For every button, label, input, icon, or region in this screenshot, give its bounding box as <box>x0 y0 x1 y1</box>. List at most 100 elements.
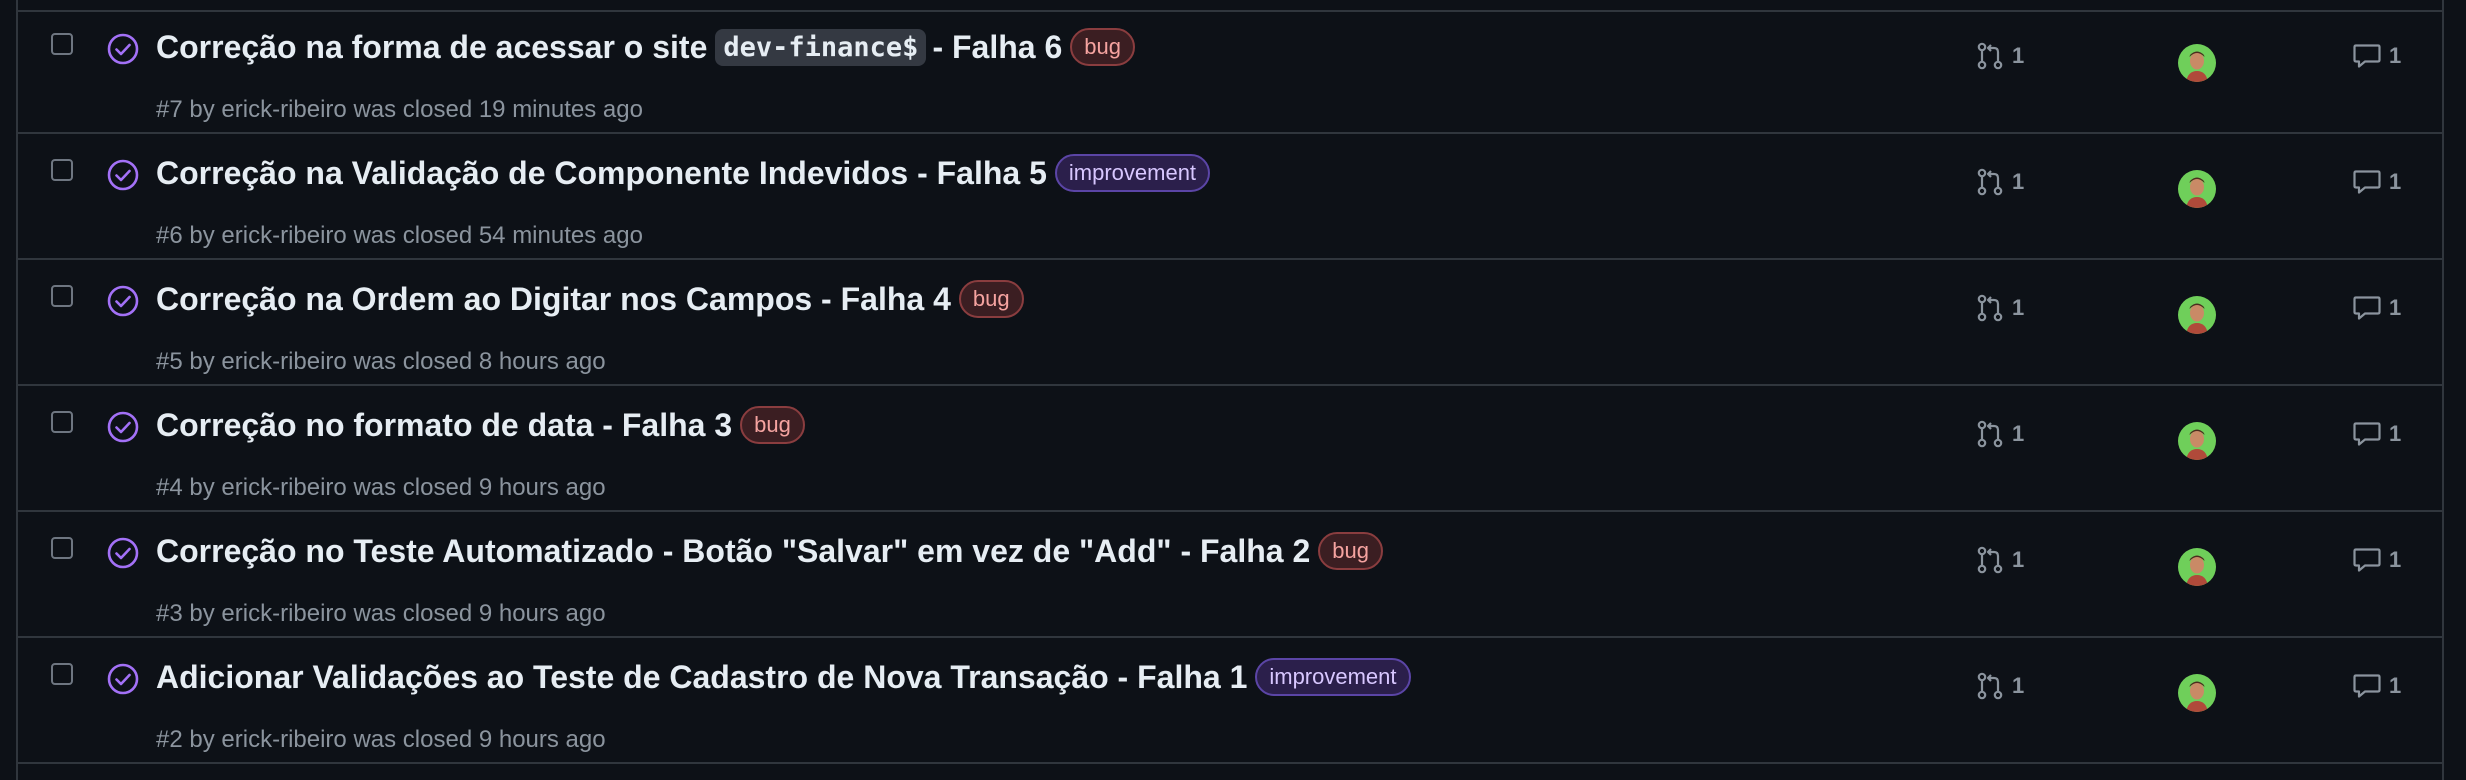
issue-author-link[interactable]: erick-ribeiro <box>221 726 346 753</box>
issue-closed-text: was closed 9 hours ago <box>353 474 606 501</box>
linked-pr-count: 1 <box>2012 421 2025 446</box>
issue-title-text: Correção no Teste Automatizado - Botão "… <box>156 532 1311 569</box>
issue-by-text: by <box>189 348 215 375</box>
linked-pr-count: 1 <box>2012 547 2025 572</box>
pull-request-icon <box>1977 420 2003 448</box>
issue-by-text: by <box>189 474 215 501</box>
assignee-avatar[interactable] <box>2178 170 2216 208</box>
closed-issue-icon <box>107 285 139 317</box>
issue-number[interactable]: #6 <box>156 222 183 249</box>
issue-row[interactable]: Correção na forma de acessar o site dev-… <box>18 10 2442 134</box>
linked-pr-count: 1 <box>2012 295 2025 320</box>
assignee-avatar[interactable] <box>2178 548 2216 586</box>
issue-label[interactable]: bug <box>1318 532 1383 570</box>
issue-select-checkbox[interactable] <box>51 33 73 55</box>
issue-author-link[interactable]: erick-ribeiro <box>221 96 346 123</box>
comment-icon <box>2353 44 2381 68</box>
linked-pull-requests[interactable]: 1 <box>1976 672 2024 700</box>
comment-icon <box>2353 170 2381 194</box>
issue-label[interactable]: bug <box>740 406 805 444</box>
issue-author-link[interactable]: erick-ribeiro <box>221 222 346 249</box>
issue-title-line: Adicionar Validações ao Teste de Cadastr… <box>156 658 1411 696</box>
comment-count: 1 <box>2389 295 2402 320</box>
assignee-avatar[interactable] <box>2178 44 2216 82</box>
issue-meta: #2 by erick-ribeiro was closed 9 hours a… <box>156 726 606 754</box>
pull-request-icon <box>1977 294 2003 322</box>
issue-row[interactable]: Correção no formato de data - Falha 3 bu… <box>18 388 2442 512</box>
pull-request-icon <box>1977 42 2003 70</box>
comment-count: 1 <box>2389 547 2402 572</box>
issue-number[interactable]: #3 <box>156 600 183 627</box>
assignee-avatar[interactable] <box>2178 296 2216 334</box>
issue-row[interactable]: Adicionar Validações ao Teste de Cadastr… <box>18 640 2442 764</box>
issue-title-suffix: - Falha 6 <box>932 28 1063 65</box>
issue-closed-text: was closed 19 minutes ago <box>353 96 643 123</box>
comment-icon <box>2353 422 2381 446</box>
issue-meta: #4 by erick-ribeiro was closed 9 hours a… <box>156 474 606 502</box>
issue-row[interactable]: Correção no Teste Automatizado - Botão "… <box>18 514 2442 638</box>
issue-title-text: Correção na Ordem ao Digitar nos Campos … <box>156 280 951 317</box>
comment-count: 1 <box>2389 169 2402 194</box>
issue-author-link[interactable]: erick-ribeiro <box>221 474 346 501</box>
issue-title-link[interactable]: Correção na Ordem ao Digitar nos Campos … <box>156 281 951 318</box>
issue-author-link[interactable]: erick-ribeiro <box>221 600 346 627</box>
issue-by-text: by <box>189 222 215 249</box>
issue-title-link[interactable]: Adicionar Validações ao Teste de Cadastr… <box>156 659 1247 696</box>
issue-label[interactable]: bug <box>1070 28 1135 66</box>
comments-link[interactable]: 1 <box>2353 43 2401 69</box>
issue-list: Correção na forma de acessar o site dev-… <box>16 0 2444 780</box>
comments-link[interactable]: 1 <box>2353 547 2401 573</box>
issue-title-line: Correção no Teste Automatizado - Botão "… <box>156 532 1383 570</box>
issue-title-line: Correção na forma de acessar o site dev-… <box>156 28 1135 66</box>
avatar-image <box>2178 296 2216 334</box>
issue-author-link[interactable]: erick-ribeiro <box>221 348 346 375</box>
comments-link[interactable]: 1 <box>2353 421 2401 447</box>
comments-link[interactable]: 1 <box>2353 295 2401 321</box>
issue-select-checkbox[interactable] <box>51 663 73 685</box>
comments-link[interactable]: 1 <box>2353 673 2401 699</box>
assignee-avatar[interactable] <box>2178 422 2216 460</box>
linked-pull-requests[interactable]: 1 <box>1976 420 2024 448</box>
assignee-avatar[interactable] <box>2178 674 2216 712</box>
issue-title-link[interactable]: Correção no Teste Automatizado - Botão "… <box>156 533 1310 570</box>
closed-issue-icon <box>107 537 139 569</box>
issue-title-line: Correção no formato de data - Falha 3 bu… <box>156 406 805 444</box>
linked-pull-requests[interactable]: 1 <box>1976 546 2024 574</box>
comment-count: 1 <box>2389 673 2402 698</box>
linked-pull-requests[interactable]: 1 <box>1976 294 2024 322</box>
issue-number[interactable]: #7 <box>156 96 183 123</box>
issue-number[interactable]: #2 <box>156 726 183 753</box>
issue-title-text: Correção no formato de data - Falha 3 <box>156 406 733 443</box>
pull-request-icon <box>1977 168 2003 196</box>
linked-pull-requests[interactable]: 1 <box>1976 42 2024 70</box>
issue-by-text: by <box>189 600 215 627</box>
comment-icon <box>2353 674 2381 698</box>
issue-number[interactable]: #5 <box>156 348 183 375</box>
closed-issue-icon <box>107 663 139 695</box>
issue-number[interactable]: #4 <box>156 474 183 501</box>
issue-select-checkbox[interactable] <box>51 285 73 307</box>
issue-meta: #5 by erick-ribeiro was closed 8 hours a… <box>156 348 606 376</box>
issue-closed-text: was closed 9 hours ago <box>353 600 606 627</box>
issue-label[interactable]: improvement <box>1255 658 1411 696</box>
comments-link[interactable]: 1 <box>2353 169 2401 195</box>
issue-select-checkbox[interactable] <box>51 411 73 433</box>
linked-pull-requests[interactable]: 1 <box>1976 168 2024 196</box>
issue-select-checkbox[interactable] <box>51 159 73 181</box>
issue-select-checkbox[interactable] <box>51 537 73 559</box>
linked-pr-count: 1 <box>2012 673 2025 698</box>
issue-row[interactable]: Correção na Validação de Componente Inde… <box>18 136 2442 260</box>
issue-title-code: dev-finance$ <box>715 28 927 66</box>
issue-meta: #6 by erick-ribeiro was closed 54 minute… <box>156 222 643 250</box>
pull-request-icon <box>1977 672 2003 700</box>
issue-label[interactable]: bug <box>958 280 1024 318</box>
issue-row[interactable]: Correção na Ordem ao Digitar nos Campos … <box>18 262 2442 386</box>
issue-title-text: Adicionar Validações ao Teste de Cadastr… <box>156 658 1248 695</box>
issue-title-line: Correção na Validação de Componente Inde… <box>156 154 1211 192</box>
issue-title-link[interactable]: Correção no formato de data - Falha 3 <box>156 407 732 444</box>
issue-title-text: Correção na Validação de Componente Inde… <box>156 154 1047 191</box>
issue-label[interactable]: improvement <box>1054 154 1211 192</box>
linked-pr-count: 1 <box>2012 169 2025 194</box>
issue-title-link[interactable]: Correção na forma de acessar o site dev-… <box>156 28 1063 66</box>
issue-title-link[interactable]: Correção na Validação de Componente Inde… <box>156 155 1047 192</box>
